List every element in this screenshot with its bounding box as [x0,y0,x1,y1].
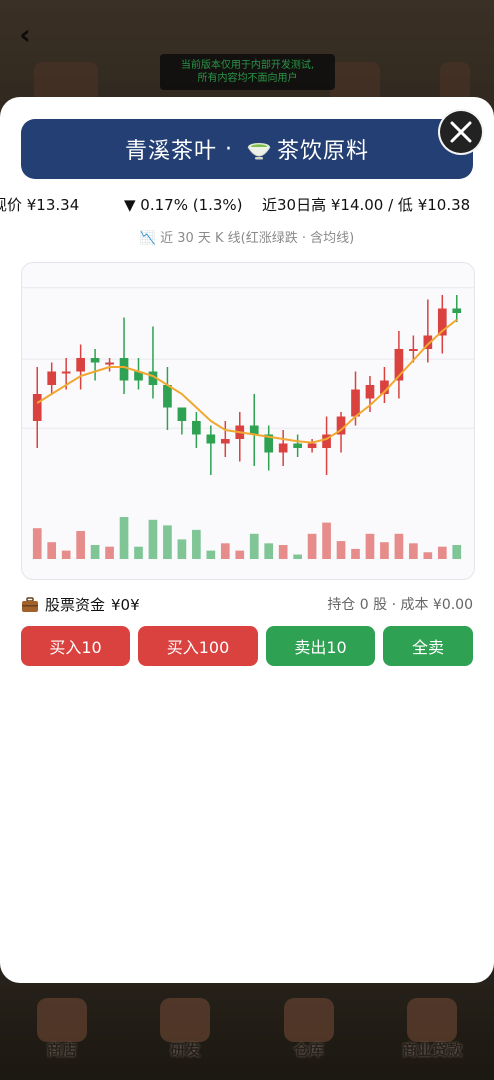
volume-bar [105,546,114,559]
volume-bar [76,531,85,559]
candle-body [206,434,216,444]
candle-body [47,371,57,385]
volume-bar [409,543,418,559]
volume-bar [394,533,404,559]
stock-name: 青溪茶叶 [124,139,217,164]
current-price: 现价 ¥13.34 [0,196,80,214]
volume-bar [264,543,274,559]
candle-body [409,349,418,351]
stock-funds: 股票资金 ¥0¥ [21,594,140,615]
volume-bar [336,541,346,559]
sell-all-button[interactable]: 全卖 [383,626,473,666]
stock-category: 茶饮原料 [277,139,370,164]
candle-body [220,439,230,444]
volume-bar [437,546,447,559]
candle-body [192,421,201,435]
volume-bar [452,545,462,559]
tea-bowl-icon [247,143,271,160]
candle-body [351,389,360,417]
kline-svg [22,287,474,559]
candle-body [177,407,187,421]
kline-chart [21,262,475,580]
volume-bar [119,517,129,559]
candle-body [293,443,302,448]
buy-10-button[interactable]: 买入10 [21,626,130,666]
volume-bar [380,542,389,559]
moving-average-line [36,318,458,444]
close-icon [450,121,472,143]
candle-body [32,394,42,421]
candle-body [365,385,375,399]
candle-body [452,308,462,313]
stock-modal: 青溪茶叶 · 茶饮原料 现价 ¥13.34 ▼ 0.17% (1.3%) 近30… [0,97,494,983]
title-separator: · [225,136,233,162]
sell-10-button[interactable]: 卖出10 [266,626,375,666]
candle-body [307,443,317,448]
candle-body [61,371,71,374]
volume-bar [220,543,230,559]
price-range-30d: 近30日高 ¥14.00 / 低 ¥10.38 [262,196,471,214]
volume-bar [322,522,331,559]
price-ticker: 现价 ¥13.34 ▼ 0.17% (1.3%) 近30日高 ¥14.00 / … [0,193,494,217]
volume-bar [206,550,216,559]
volume-bar [192,529,201,559]
stock-title-bar: 青溪茶叶 · 茶饮原料 [21,119,473,179]
price-change: ▼ 0.17% (1.3%) [124,196,243,214]
volume-bar [249,533,259,559]
candle-body [90,358,100,363]
chart-caption: 📉 近 30 天 K 线(红涨绿跌 · 含均线) [139,231,355,246]
briefcase-icon [22,596,38,612]
funds-label: 股票资金 [45,596,106,614]
volume-bar [47,542,57,559]
candle-body [119,358,129,381]
volume-bar [351,548,360,559]
volume-bar [278,545,288,559]
volume-bar [423,552,433,559]
volume-bar [148,519,158,559]
volume-bar [235,550,245,559]
candle-body [105,362,114,365]
volume-bar [163,525,172,559]
candle-body [163,385,172,408]
volume-bar [365,533,375,559]
volume-bar [32,528,42,559]
volume-bar [61,550,71,559]
trade-buttons: 买入10 买入100 卖出10 全卖 [21,626,473,666]
close-button[interactable] [440,111,482,153]
buy-100-button[interactable]: 买入100 [138,626,258,666]
volume-bar [307,533,317,559]
volume-bar [90,545,100,559]
volume-bar [293,554,302,559]
candle-body [76,358,85,372]
volume-bar [177,539,187,559]
funds-value: ¥0¥ [111,595,140,614]
volume-bar [134,546,143,559]
fund-row: 股票资金 ¥0¥ 持仓 0 股 · 成本 ¥0.00 [21,594,473,616]
candle-body [278,443,288,453]
holdings-info: 持仓 0 股 · 成本 ¥0.00 [327,597,473,613]
